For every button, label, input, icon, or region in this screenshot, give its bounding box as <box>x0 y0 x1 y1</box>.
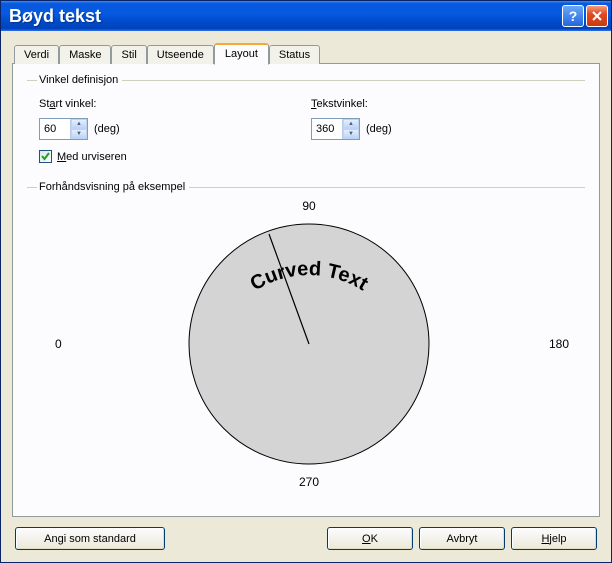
dialog-window: Bøyd tekst ? Verdi Maske Stil Utseende L… <box>0 0 612 563</box>
start-angle-input[interactable] <box>40 119 70 139</box>
axis-180: 180 <box>549 337 569 351</box>
text-angle-unit: (deg) <box>366 123 392 135</box>
tab-utseende[interactable]: Utseende <box>147 45 214 64</box>
clockwise-label: Med urviseren <box>57 151 127 163</box>
tab-maske[interactable]: Maske <box>59 45 111 64</box>
text-angle-down[interactable]: ▼ <box>343 129 359 139</box>
axis-270: 270 <box>299 475 319 489</box>
titlebar: Bøyd tekst ? <box>1 1 611 31</box>
text-angle-input[interactable] <box>312 119 342 139</box>
text-angle-label: Tekstvinkel: <box>311 98 581 110</box>
ok-button[interactable]: OK <box>327 527 413 550</box>
cancel-button[interactable]: Avbryt <box>419 527 505 550</box>
tab-verdi[interactable]: Verdi <box>14 45 59 64</box>
window-title: Bøyd tekst <box>9 6 562 27</box>
start-angle-up[interactable]: ▲ <box>71 119 87 129</box>
clockwise-checkbox[interactable] <box>39 150 52 163</box>
preview-group: Forhåndsvisning på eksempel Curved Text … <box>27 181 585 493</box>
axis-0: 0 <box>55 337 62 351</box>
titlebar-buttons: ? <box>562 5 608 27</box>
set-default-button[interactable]: Angi som standard <box>15 527 165 550</box>
tab-layout[interactable]: Layout <box>214 43 269 65</box>
start-angle-label: Start vinkel: <box>39 98 309 110</box>
start-angle-unit: (deg) <box>94 123 120 135</box>
preview-legend: Forhåndsvisning på eksempel <box>37 181 189 193</box>
axis-90: 90 <box>302 199 315 213</box>
dialog-body: Verdi Maske Stil Utseende Layout Status … <box>1 31 611 562</box>
start-angle-down[interactable]: ▼ <box>71 129 87 139</box>
help-button[interactable]: Hjelp <box>511 527 597 550</box>
close-icon <box>592 11 602 21</box>
check-icon <box>40 151 51 162</box>
tab-stil[interactable]: Stil <box>111 45 146 64</box>
start-angle-spinner[interactable]: ▲ ▼ <box>39 118 88 140</box>
tabpanel-layout: Vinkel definisjon Start vinkel: ▲ ▼ <box>12 63 600 517</box>
tab-status[interactable]: Status <box>269 45 320 64</box>
titlebar-help-button[interactable]: ? <box>562 5 584 27</box>
button-bar: Angi som standard OK Avbryt Hjelp <box>12 517 600 554</box>
preview-area: Curved Text 90 180 270 0 <box>37 199 581 489</box>
angle-definition-group: Vinkel definisjon Start vinkel: ▲ ▼ <box>27 74 585 171</box>
preview-svg: Curved Text <box>159 204 459 484</box>
text-angle-up[interactable]: ▲ <box>343 119 359 129</box>
angle-group-legend: Vinkel definisjon <box>37 74 122 86</box>
tabstrip: Verdi Maske Stil Utseende Layout Status <box>12 43 600 64</box>
titlebar-close-button[interactable] <box>586 5 608 27</box>
text-angle-spinner[interactable]: ▲ ▼ <box>311 118 360 140</box>
